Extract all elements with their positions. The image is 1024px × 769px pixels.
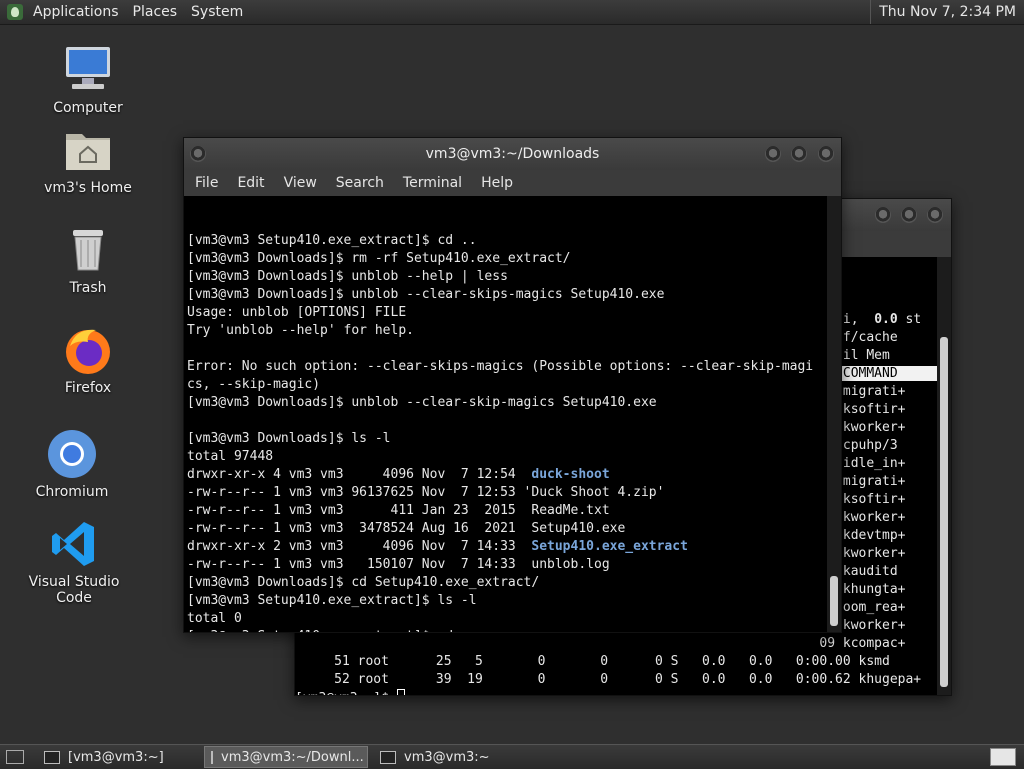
menu-terminal[interactable]: Terminal (403, 175, 462, 191)
minimize-icon[interactable] (765, 146, 781, 162)
task-home-terminal[interactable]: vm3@vm3:~ (374, 747, 536, 767)
terminal-icon (44, 750, 60, 764)
show-desktop-icon[interactable] (6, 750, 24, 764)
task-label: vm3@vm3:~/Downl... (221, 749, 364, 765)
terminal-line: -rw-r--r-- 1 vm3 vm3 150107 Nov 7 14:33 … (187, 557, 610, 572)
menu-system[interactable]: System (191, 4, 243, 20)
home-folder-icon (62, 124, 114, 176)
terminal-line: [vm3@vm3 Downloads]$ cd Setup410.exe_ext… (187, 575, 540, 590)
computer-icon (62, 44, 114, 96)
task-label: [vm3@vm3:~] (68, 749, 164, 765)
desktop-icon-label: vm3's Home (44, 180, 132, 196)
vscode-icon (48, 518, 100, 570)
terminal-line: total 0 (187, 611, 242, 626)
task-root-terminal[interactable]: [vm3@vm3:~] (38, 747, 198, 767)
front-scrollbar[interactable] (827, 196, 841, 632)
terminal-line: [vm3@vm3 Setup410.exe_extract]$ cd .. (187, 233, 477, 248)
terminal-line: [vm3@vm3 Downloads]$ unblob --clear-skip… (187, 287, 665, 302)
desktop-icon-chromium[interactable]: Chromium (7, 428, 137, 500)
desktop-icon-label: Firefox (64, 380, 112, 396)
dir-name: duck-shoot (531, 467, 610, 482)
menu-search[interactable]: Search (336, 175, 384, 191)
front-scrollbar-thumb[interactable] (830, 576, 838, 626)
terminal-icon (211, 750, 213, 764)
menu-applications[interactable]: Applications (33, 4, 119, 20)
clock[interactable]: Thu Nov 7, 2:34 PM (870, 0, 1024, 24)
terminal-line: total 97448 (187, 449, 274, 464)
front-window-menubar: File Edit View Search Terminal Help (184, 170, 841, 196)
menu-edit[interactable]: Edit (237, 175, 264, 191)
terminal-line: -rw-r--r-- 1 vm3 vm3 411 Jan 23 2015 Rea… (187, 503, 610, 518)
menu-file[interactable]: File (195, 175, 218, 191)
terminal-line: [vm3@vm3 Downloads]$ unblob --clear-skip… (187, 395, 657, 410)
terminal-line: [vm3@vm3 Downloads]$ rm -rf Setup410.exe… (187, 251, 571, 266)
terminal-cursor (396, 689, 405, 695)
terminal-line: -rw-r--r-- 1 vm3 vm3 96137625 Nov 7 12:5… (187, 485, 665, 500)
maximize-icon[interactable] (901, 207, 917, 223)
terminal-line: 51 root 25 5 0 0 0 S 0.0 0.0 0:00.00 ksm… (295, 654, 890, 669)
terminal-line: [vm3@vm3 Downloads]$ unblob --help | les… (187, 269, 508, 284)
terminal-line: Error: No such option: --clear-skips-mag… (187, 359, 814, 374)
desktop-icon-trash[interactable]: Trash (23, 224, 153, 296)
desktop-icon-vscode[interactable]: Visual Studio Code (9, 518, 139, 606)
dir-name: Setup410.exe_extract (531, 539, 688, 554)
front-terminal-lines: [vm3@vm3 Setup410.exe_extract]$ cd .. [vm… (187, 232, 827, 632)
maximize-icon[interactable] (791, 146, 807, 162)
terminal-line: drwxr-xr-x 2 vm3 vm3 4096 Nov 7 14:33 Se… (187, 539, 688, 554)
menu-places[interactable]: Places (133, 4, 178, 20)
terminal-line: cs, --skip-magic) (187, 377, 321, 392)
menu-help[interactable]: Help (481, 175, 513, 191)
bottom-taskbar: [vm3@vm3:~] vm3@vm3:~/Downl... vm3@vm3:~ (0, 744, 1024, 769)
top-panel: Applications Places System Thu Nov 7, 2:… (0, 0, 1024, 25)
workspace-switcher[interactable] (990, 748, 1016, 766)
terminal-line: 52 root 39 19 0 0 0 S 0.0 0.0 0:00.62 kh… (295, 672, 922, 687)
back-scrollbar[interactable] (937, 257, 951, 695)
minimize-icon[interactable] (875, 207, 891, 223)
terminal-line: Usage: unblob [OPTIONS] FILE (187, 305, 407, 320)
terminal-line: [vm3@vm3 ~]$ (295, 689, 937, 695)
front-window-titlebar[interactable]: vm3@vm3:~/Downloads (184, 138, 841, 170)
terminal-line: Try 'unblob --help' for help. (187, 323, 414, 338)
chromium-icon (46, 428, 98, 480)
terminal-icon (380, 750, 396, 764)
terminal-line: [vm3@vm3 Downloads]$ ls -l (187, 431, 391, 446)
trash-icon (62, 224, 114, 276)
foot-icon[interactable] (7, 4, 23, 20)
clock-text: Thu Nov 7, 2:34 PM (879, 4, 1016, 20)
desktop-icon-label: Visual Studio Code (28, 574, 120, 606)
value-text: 0.0 (874, 312, 898, 327)
window-menu-icon[interactable] (190, 146, 206, 162)
terminal-line: -rw-r--r-- 1 vm3 vm3 3478524 Aug 16 2021… (187, 521, 626, 536)
firefox-icon (62, 324, 114, 376)
terminal-line: [vm3@vm3 Setup410.exe_extract]$ ls -l (187, 593, 477, 608)
desktop-icon-home[interactable]: vm3's Home (23, 124, 153, 196)
back-scrollbar-thumb[interactable] (940, 337, 948, 687)
desktop-icon-label: Computer (53, 100, 123, 116)
menu-view[interactable]: View (284, 175, 317, 191)
front-terminal-output[interactable]: [vm3@vm3 Setup410.exe_extract]$ cd .. [vm… (184, 196, 827, 632)
window-title: vm3@vm3:~/Downloads (425, 146, 600, 162)
terminal-line: 09 kcompac+ (295, 636, 906, 651)
task-downloads-terminal[interactable]: vm3@vm3:~/Downl... (204, 746, 368, 768)
terminal-line: drwxr-xr-x 4 vm3 vm3 4096 Nov 7 12:54 du… (187, 467, 610, 482)
front-terminal-window[interactable]: vm3@vm3:~/Downloads File Edit View Searc… (183, 137, 842, 633)
close-icon[interactable] (818, 146, 834, 162)
desktop-icon-computer[interactable]: Computer (23, 44, 153, 116)
task-label: vm3@vm3:~ (404, 749, 490, 765)
desktop-icon-label: Trash (69, 280, 107, 296)
terminal-line: [vm3@vm3 Setup410.exe_extract]$ cd .. (187, 628, 827, 632)
desktop-icon-firefox[interactable]: Firefox (23, 324, 153, 396)
desktop-icon-label: Chromium (35, 484, 109, 500)
close-icon[interactable] (927, 207, 943, 223)
